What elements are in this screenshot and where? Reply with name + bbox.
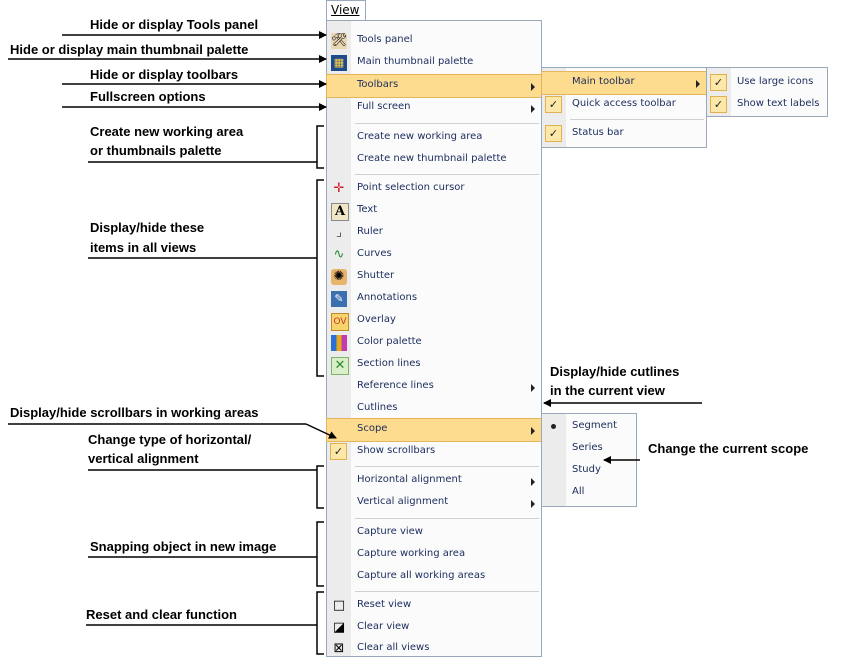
annotation-leader-lines	[8, 31, 702, 655]
